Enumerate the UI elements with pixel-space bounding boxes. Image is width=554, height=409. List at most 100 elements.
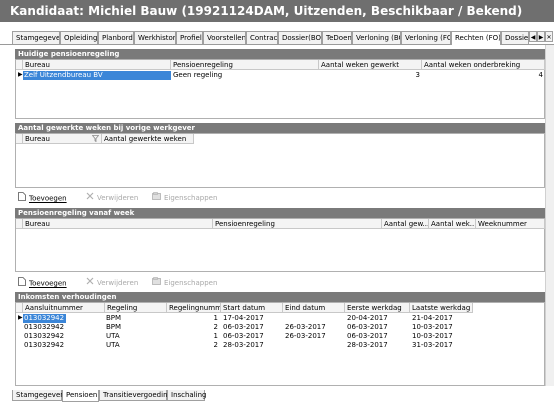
new-document-icon bbox=[18, 277, 26, 290]
column-header-bureau[interactable]: Bureau bbox=[23, 134, 102, 144]
column-header-eind-datum[interactable]: Eind datum bbox=[283, 303, 345, 313]
cell-laatste-werkdag[interactable]: 31-03-2017 bbox=[412, 341, 471, 350]
column-header-start-datum[interactable]: Start datum bbox=[221, 303, 283, 313]
tab-werkhistorie[interactable]: Werkhistorie bbox=[134, 31, 176, 44]
properties-icon bbox=[152, 277, 161, 289]
cell-regelingnummer[interactable]: 1 bbox=[168, 332, 218, 341]
cell-eerste-werkdag[interactable]: 06-03-2017 bbox=[347, 323, 407, 332]
row-indicator-header bbox=[16, 60, 23, 70]
tab-opleiding[interactable]: Opleiding bbox=[60, 31, 98, 44]
tab-bottom-transitievergoeding[interactable]: Transitievergoeding bbox=[99, 390, 172, 401]
properties-button-label: Eigenschappen bbox=[164, 279, 218, 287]
column-header-aantal-weken[interactable]: Aantal wek... bbox=[429, 219, 476, 229]
cell-laatste-werkdag[interactable]: 10-03-2017 bbox=[412, 332, 471, 341]
tab-stamgegeven[interactable]: Stamgegeven bbox=[12, 31, 60, 44]
cell-bureau[interactable]: Zelf Uitzendbureau BV bbox=[23, 71, 171, 80]
tab-verloning-fo[interactable]: Verloning (FO) bbox=[401, 31, 451, 44]
cell-eind-datum[interactable]: 26-03-2017 bbox=[285, 332, 343, 341]
cell-start-datum[interactable]: 06-03-2017 bbox=[223, 332, 281, 341]
section-vorige-werkgever: Aantal gewerkte weken bij vorige werkgev… bbox=[15, 123, 545, 133]
cell-eind-datum[interactable] bbox=[285, 314, 343, 323]
add-button-label: Toevoegen bbox=[29, 194, 67, 203]
column-header-pensioenregeling[interactable]: Pensioenregeling bbox=[213, 219, 382, 229]
column-header-bureau[interactable]: Bureau bbox=[23, 60, 171, 70]
tab-bottom-inschaling[interactable]: Inschaling bbox=[167, 390, 207, 401]
cell-aansluitnummer[interactable]: 013032942 bbox=[24, 332, 104, 341]
funnel-icon[interactable] bbox=[91, 135, 100, 144]
column-header-regeling[interactable]: Regeling bbox=[105, 303, 167, 313]
cell-weken-onderbreking[interactable]: 4 bbox=[424, 71, 543, 80]
cell-pensioenregeling[interactable]: Geen regeling bbox=[173, 71, 313, 80]
vertical-scrollbar[interactable] bbox=[545, 45, 554, 386]
tab-dossier-bo[interactable]: Dossier(BO) bbox=[278, 31, 322, 44]
cell-aansluitnummer[interactable]: 013032942 bbox=[24, 341, 104, 350]
column-header-aansluitnummer[interactable]: Aansluitnummer bbox=[23, 303, 105, 313]
cell-eind-datum[interactable]: 26-03-2017 bbox=[285, 323, 343, 332]
tab-scroll-right-icon[interactable]: ▶ bbox=[537, 31, 545, 42]
column-header-gewerkte-weken[interactable]: Aantal gewerkte weken bbox=[102, 134, 194, 144]
cell-eind-datum[interactable] bbox=[285, 341, 343, 350]
cell-eerste-werkdag[interactable]: 28-03-2017 bbox=[347, 341, 407, 350]
tab-bottom-pensioen[interactable]: Pensioen bbox=[62, 390, 99, 402]
cell-regelingnummer[interactable]: 2 bbox=[168, 323, 218, 332]
tab-scroll-left-icon[interactable]: ◀ bbox=[529, 31, 537, 42]
row-indicator-header bbox=[16, 134, 23, 144]
tab-profiel[interactable]: Profiel bbox=[176, 31, 203, 44]
cell-laatste-werkdag[interactable]: 21-04-2017 bbox=[412, 314, 471, 323]
cell-aansluitnummer[interactable]: 013032942 bbox=[24, 323, 104, 332]
remove-button-label: Verwijderen bbox=[97, 279, 139, 287]
cell-eerste-werkdag[interactable]: 20-04-2017 bbox=[347, 314, 407, 323]
cell-start-datum[interactable]: 28-03-2017 bbox=[223, 341, 281, 350]
cell-start-datum[interactable]: 06-03-2017 bbox=[223, 323, 281, 332]
add-button-label: Toevoegen bbox=[29, 279, 67, 288]
section-inkomsten-verhoudingen: Inkomsten verhoudingen bbox=[15, 292, 545, 302]
properties-icon bbox=[152, 192, 161, 204]
column-header-weken-gewerkt[interactable]: Aantal weken gewerkt bbox=[319, 60, 422, 70]
tab-close-icon[interactable]: ✕ bbox=[545, 31, 553, 42]
add-button-2[interactable]: Toevoegen bbox=[18, 277, 67, 289]
column-header-weken-onderbreking[interactable]: Aantal weken onderbreking bbox=[422, 60, 545, 70]
tab-verloning-bo[interactable]: Verloning (BO) bbox=[352, 31, 401, 44]
cell-eerste-werkdag[interactable]: 06-03-2017 bbox=[347, 332, 407, 341]
tab-contract[interactable]: Contract bbox=[246, 31, 278, 44]
remove-button-2[interactable]: Verwijderen bbox=[86, 277, 138, 289]
tab-planbord[interactable]: Planbord bbox=[98, 31, 134, 44]
add-button[interactable]: Toevoegen bbox=[18, 192, 67, 204]
column-header-eerste-werkdag[interactable]: Eerste werkdag bbox=[345, 303, 410, 313]
cell-regeling[interactable]: BPM bbox=[106, 314, 164, 323]
vanaf-week-table: Bureau Pensioenregeling Aantal gew... Aa… bbox=[15, 218, 545, 272]
tab-strip: Stamgegeven Opleiding Planbord Werkhisto… bbox=[0, 31, 554, 45]
cell-regelingnummer[interactable]: 2 bbox=[168, 341, 218, 350]
properties-button[interactable]: Eigenschappen bbox=[152, 192, 217, 204]
cell-regeling[interactable]: UTA bbox=[106, 341, 164, 350]
cell-aansluitnummer[interactable]: 013032942 bbox=[23, 314, 66, 323]
remove-button-label: Verwijderen bbox=[97, 194, 139, 202]
cell-laatste-werkdag[interactable]: 10-03-2017 bbox=[412, 323, 471, 332]
column-header-weeknummer[interactable]: Weeknummer bbox=[476, 219, 545, 229]
row-indicator-header bbox=[16, 303, 23, 313]
column-header-regelingnummer[interactable]: Regelingnummer bbox=[167, 303, 221, 313]
section-huidige-pensioenregeling: Huidige pensioenregeling bbox=[15, 49, 545, 59]
row-indicator-header bbox=[16, 219, 23, 229]
cell-regeling[interactable]: UTA bbox=[106, 332, 164, 341]
remove-button[interactable]: Verwijderen bbox=[86, 192, 138, 204]
current-row-icon: ▶ bbox=[18, 314, 23, 321]
cell-regelingnummer[interactable]: 1 bbox=[168, 314, 218, 323]
column-header-bureau[interactable]: Bureau bbox=[23, 219, 213, 229]
cell-weken-gewerkt[interactable]: 3 bbox=[321, 71, 420, 80]
tab-voorstellen[interactable]: Voorstellen bbox=[203, 31, 246, 44]
window-title: Kandidaat: Michiel Bauw (19921124DAM, Ui… bbox=[0, 0, 554, 22]
tab-rechten-fo[interactable]: Rechten (FO) bbox=[451, 31, 501, 45]
cell-start-datum[interactable]: 17-04-2017 bbox=[223, 314, 281, 323]
column-header-pensioenregeling[interactable]: Pensioenregeling bbox=[171, 60, 319, 70]
delete-x-icon bbox=[86, 192, 94, 204]
tab-dossier[interactable]: Dossier bbox=[501, 31, 529, 44]
vorige-werkgever-table: Bureau Aantal gewerkte weken bbox=[15, 133, 545, 188]
tab-bottom-stamgegeven[interactable]: Stamgegeven bbox=[12, 390, 65, 401]
tab-tedoen[interactable]: TeDoen bbox=[322, 31, 352, 44]
properties-button-2[interactable]: Eigenschappen bbox=[152, 277, 217, 289]
column-header-laatste-werkdag[interactable]: Laatste werkdag bbox=[410, 303, 473, 313]
column-header-aantal-gewerkt[interactable]: Aantal gew... bbox=[382, 219, 429, 229]
delete-x-icon bbox=[86, 277, 94, 289]
cell-regeling[interactable]: BPM bbox=[106, 323, 164, 332]
